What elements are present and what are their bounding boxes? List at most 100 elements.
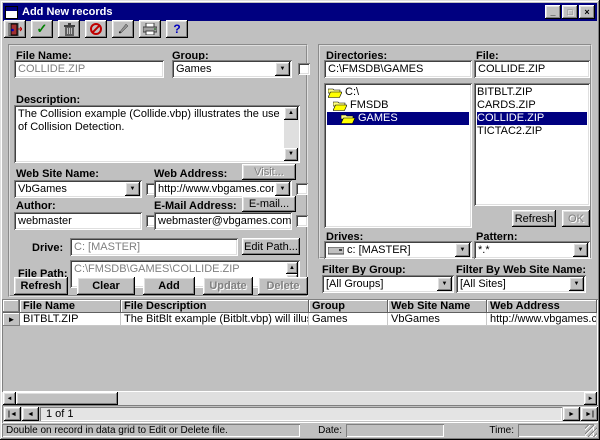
chevron-down-icon[interactable]: ▼: [125, 182, 140, 196]
file-listbox: BITBLT.ZIP CARDS.ZIP COLLIDE.ZIP TICTAC2…: [474, 83, 590, 206]
drives-combobox[interactable]: c: [MASTER] ▼: [324, 241, 472, 259]
email-input[interactable]: webmaster@vbgames.com: [154, 212, 292, 230]
update-button: Update: [203, 277, 253, 295]
grid-row[interactable]: ► BITBLT.ZIP The BitBlt example (Bitblt.…: [2, 313, 598, 326]
group-checkbox[interactable]: [298, 63, 310, 75]
file-item[interactable]: BITBLT.ZIP: [477, 86, 587, 99]
maximize-button: □: [562, 5, 578, 19]
record-arrow-icon: ►: [3, 313, 20, 326]
time-label: Time:: [450, 425, 514, 436]
minimize-button[interactable]: _: [545, 5, 561, 19]
grid-header-web-address[interactable]: Web Address: [487, 300, 597, 313]
pattern-combobox[interactable]: *.* ▼: [474, 241, 590, 259]
scrollbar-thumb[interactable]: [16, 392, 118, 405]
approve-button[interactable]: ✓: [31, 20, 53, 38]
chevron-down-icon[interactable]: ▼: [275, 182, 290, 196]
author-label: Author:: [16, 200, 56, 212]
folder-open-icon: [328, 88, 342, 98]
group-combobox[interactable]: Games ▼: [172, 60, 292, 78]
cell-web-site-name: VbGames: [388, 313, 487, 326]
file-item[interactable]: TICTAC2.ZIP: [477, 125, 587, 138]
scroll-down-icon[interactable]: ▼: [284, 148, 298, 161]
exit-door-icon: [8, 23, 22, 36]
close-button[interactable]: ×: [579, 5, 595, 19]
filter-group-combobox[interactable]: [All Groups] ▼: [322, 275, 454, 293]
scroll-left-icon[interactable]: ◄: [3, 392, 16, 405]
cell-group: Games: [309, 313, 388, 326]
print-button[interactable]: [139, 20, 161, 38]
email-button[interactable]: E-mail...: [242, 196, 296, 212]
scroll-right-icon[interactable]: ►: [584, 392, 597, 405]
clear-button[interactable]: Clear: [77, 277, 135, 295]
nav-next-icon[interactable]: ►: [563, 407, 580, 421]
file-browser-frame: Directories: C:\FMSDB\GAMES File: COLLID…: [318, 44, 592, 259]
grid-header-web-site-name[interactable]: Web Site Name: [388, 300, 487, 313]
web-address-checkbox[interactable]: [296, 183, 308, 195]
chevron-down-icon[interactable]: ▼: [569, 277, 584, 291]
scroll-up-icon[interactable]: ▲: [284, 107, 298, 120]
directory-item-selected[interactable]: GAMES: [327, 112, 469, 125]
pencil-icon: [117, 23, 129, 35]
browser-refresh-button[interactable]: Refresh: [512, 210, 556, 227]
grid-header-file-name[interactable]: File Name: [20, 300, 121, 313]
edit-button[interactable]: [112, 20, 134, 38]
file-input[interactable]: COLLIDE.ZIP: [474, 60, 590, 78]
chevron-down-icon[interactable]: ▼: [275, 62, 290, 76]
file-item-selected[interactable]: COLLIDE.ZIP: [477, 112, 587, 125]
email-label: E-Mail Address:: [154, 200, 237, 212]
nav-last-icon[interactable]: ►|: [581, 407, 598, 421]
directory-item[interactable]: C:\: [327, 86, 469, 99]
records-grid: File Name File Description Group Web Sit…: [2, 299, 598, 392]
web-address-label: Web Address:: [154, 168, 227, 180]
nav-prev-icon[interactable]: ◄: [22, 407, 39, 421]
filter-site-combobox[interactable]: [All Sites] ▼: [456, 275, 586, 293]
grid-header-file-description[interactable]: File Description: [121, 300, 309, 313]
nav-first-icon[interactable]: |◄: [4, 407, 21, 421]
refresh-button[interactable]: Refresh: [14, 277, 68, 295]
grid-header-group[interactable]: Group: [309, 300, 388, 313]
edit-path-button[interactable]: Edit Path...: [242, 238, 300, 255]
description-textarea[interactable]: The Collision example (Collide.vbp) illu…: [14, 105, 300, 163]
drive-icon: [328, 247, 344, 255]
cell-file-description: The BitBlt example (Bitblt.vbp) will ill…: [121, 313, 309, 326]
email-checkbox[interactable]: [296, 215, 308, 227]
cancel-button[interactable]: [85, 20, 107, 38]
description-scrollbar[interactable]: [284, 120, 298, 148]
directory-item[interactable]: FMSDB: [327, 99, 469, 112]
visit-button: Visit...: [242, 164, 296, 180]
printer-icon: [143, 23, 157, 35]
grid-header-selector: [3, 300, 20, 313]
date-field: [346, 424, 444, 437]
web-site-name-combobox[interactable]: VbGames ▼: [14, 180, 142, 198]
status-bar: Double on record in data grid to Edit or…: [2, 424, 598, 438]
file-info-frame: File Name: COLLIDE.ZIP Group: Games ▼ De…: [8, 44, 308, 297]
trash-icon: [64, 23, 75, 36]
file-item[interactable]: CARDS.ZIP: [477, 99, 587, 112]
folder-open-icon: [341, 114, 355, 124]
directories-input[interactable]: C:\FMSDB\GAMES: [324, 60, 472, 78]
exit-button[interactable]: [4, 20, 26, 38]
grid-hscrollbar[interactable]: ◄ ►: [2, 392, 598, 405]
delete-record-button[interactable]: [58, 20, 80, 38]
folder-open-icon: [333, 101, 347, 111]
cell-web-address: http://www.vbgames.com: [487, 313, 597, 326]
chevron-down-icon[interactable]: ▼: [437, 277, 452, 291]
resize-grip[interactable]: [585, 425, 597, 437]
time-field: [518, 424, 594, 437]
help-button[interactable]: ?: [166, 20, 188, 38]
chevron-down-icon[interactable]: ▼: [573, 243, 588, 257]
directory-listbox: C:\ FMSDB GAMES: [324, 83, 472, 228]
scroll-up-icon[interactable]: ▲: [286, 262, 298, 274]
ok-button: OK: [562, 210, 590, 227]
author-input[interactable]: webmaster: [14, 212, 142, 230]
drive-input: C: [MASTER]: [70, 238, 238, 256]
window-title: Add New records: [22, 6, 544, 18]
date-label: Date:: [304, 425, 342, 436]
app-window: Add New records _ □ × ✓ ? File Name: COL…: [0, 0, 600, 440]
chevron-down-icon[interactable]: ▼: [455, 243, 470, 257]
add-button[interactable]: Add: [143, 277, 195, 295]
file-name-input[interactable]: COLLIDE.ZIP: [14, 60, 164, 78]
record-navigator: |◄ ◄ 1 of 1 ► ►|: [2, 405, 598, 423]
drive-label: Drive:: [32, 242, 63, 254]
help-icon: ?: [173, 22, 180, 36]
